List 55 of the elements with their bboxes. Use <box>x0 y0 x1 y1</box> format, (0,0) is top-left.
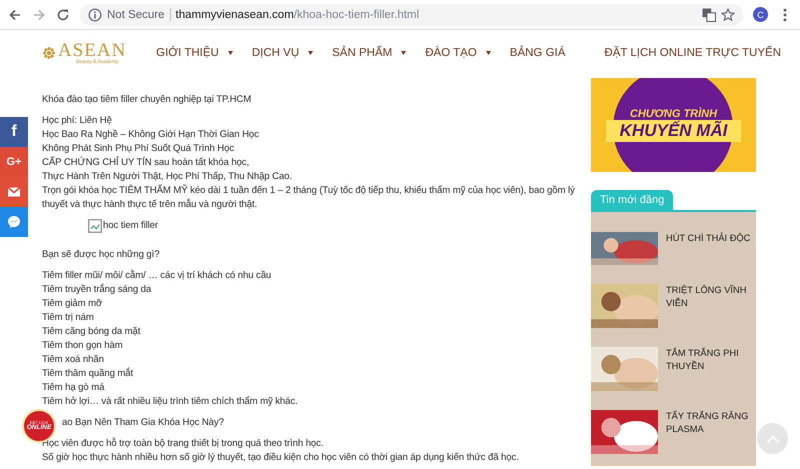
avatar[interactable]: C <box>753 7 768 22</box>
text-line: Học phí: Liên Hệ <box>42 114 113 128</box>
text-line: Trọn gói khóa học TIÊM THẨM MỸ kéo dài 1 tuần đến 1 – 2 tháng (Tuỳ tốc độ tiếp thu, khiếu thẩm mỹ của học viên), bao gồm lý thuyết và thực hành thực tế trên mẫu và người thật. <box>42 184 576 212</box>
text-line: Khóa đào tạo tiêm filler chuyên nghiệp tại TP.HCM <box>42 93 252 107</box>
facebook-share-button[interactable]: f <box>0 117 28 147</box>
info-icon[interactable] <box>88 8 102 22</box>
text-line: Tiêm hở lợi… và rất nhiều liệu trình tiêm chích thẩm mỹ khác. <box>42 395 299 409</box>
caret-icon <box>308 50 314 54</box>
nav-link[interactable]: SẢN PHẨM <box>332 46 406 58</box>
text-line: Tiêm thon gọn hàm <box>42 339 124 353</box>
image-alt-text: hoc tiem filler <box>103 219 158 233</box>
text-line: Học Bao Ra Nghề – Không Giới Hạn Thời Gian Học <box>42 128 260 142</box>
logo-name: ASEAN <box>58 40 126 60</box>
news-link[interactable]: HÚT CHÌ THẢI ĐỘC <box>666 232 750 265</box>
caret-icon <box>486 50 491 54</box>
mail-icon <box>7 185 21 199</box>
security-label: Not Secure <box>107 8 165 20</box>
text-line: CẤP CHỨNG CHỈ UY TÍN sau hoàn tất khóa học, <box>42 156 250 170</box>
nav-link[interactable]: ĐÀO TẠO <box>425 46 491 58</box>
back-icon[interactable] <box>8 8 22 22</box>
text-line: Tiêm trị nám <box>42 311 95 325</box>
news-link[interactable]: TẨY TRẮNG RĂNG PLASMA <box>666 410 756 454</box>
promo-headline: KHUYẾN MÃI <box>606 120 742 142</box>
caret-icon <box>401 50 406 54</box>
promo-banner[interactable]: CHƯƠNG TRÌNH KHUYẾN MÃI <box>591 78 756 172</box>
text-line: Tiêm hạ gò má <box>42 381 106 395</box>
caret-icon <box>228 50 233 54</box>
chat-bubble-icon <box>7 215 21 229</box>
text-line: Tiêm căng bóng da mặt <box>42 325 142 339</box>
nav-link[interactable]: BẢNG GIÁ <box>510 46 566 58</box>
text-line: Tiêm filler mũi/ môi/ cằm/ … các vị trí khách có nhu cầu <box>42 269 272 283</box>
text-line: Tiêm truyền trắng sáng da <box>42 283 152 297</box>
address-bar[interactable]: Not Secure thammyvienasean.com/khoa-hoc-tiem-filler.html <box>80 4 743 26</box>
text-line: Không Phát Sinh Phụ Phí Suốt Quá Trình Học <box>42 142 236 156</box>
news-link[interactable]: TRIỆT LÔNG VĨNH VIỄN <box>666 284 756 328</box>
messenger-share-button[interactable] <box>0 207 28 237</box>
news-link[interactable]: TẮM TRẮNG PHI THUYỀN <box>666 347 756 391</box>
reload-icon[interactable] <box>56 8 70 22</box>
star-icon[interactable] <box>721 8 735 22</box>
nav-link[interactable]: GIỚI THIỆU <box>156 46 233 58</box>
url-text: thammyvienasean.com/khoa-hoc-tiem-filler.html <box>176 8 420 20</box>
broken-image-icon <box>88 219 102 233</box>
promo-title: CHƯƠNG TRÌNH <box>630 108 718 120</box>
text-line: Bạn sẽ được học những gì? <box>42 248 160 262</box>
text-line: Tiêm giảm mỡ <box>42 297 104 311</box>
text-line: Thực Hành Trên Người Thật, Học Phí Thấp, Thu Nhập Cao. <box>42 170 293 184</box>
text-line: Tiêm thâm quầng mắt <box>42 367 134 381</box>
text-line: Số giờ học thực hành nhiều hơn số giờ lý thuyết, tạo điều kiện cho học viên có thời gian áp dụng kiến thức đã học. <box>42 451 520 465</box>
nav-link[interactable]: DỊCH VỤ <box>252 46 314 58</box>
text-line: Tiêm xoá nhăn <box>42 353 105 367</box>
email-share-button[interactable] <box>0 177 28 207</box>
google-plus-share-button[interactable]: G+ <box>0 147 28 177</box>
nav-link[interactable]: ĐẶT LỊCH ONLINE TRỰC TUYẾN <box>604 46 781 58</box>
logo-ornament-icon <box>42 46 56 60</box>
text-line: ao Bạn Nên Tham Gia Khóa Học Này? <box>62 416 225 430</box>
